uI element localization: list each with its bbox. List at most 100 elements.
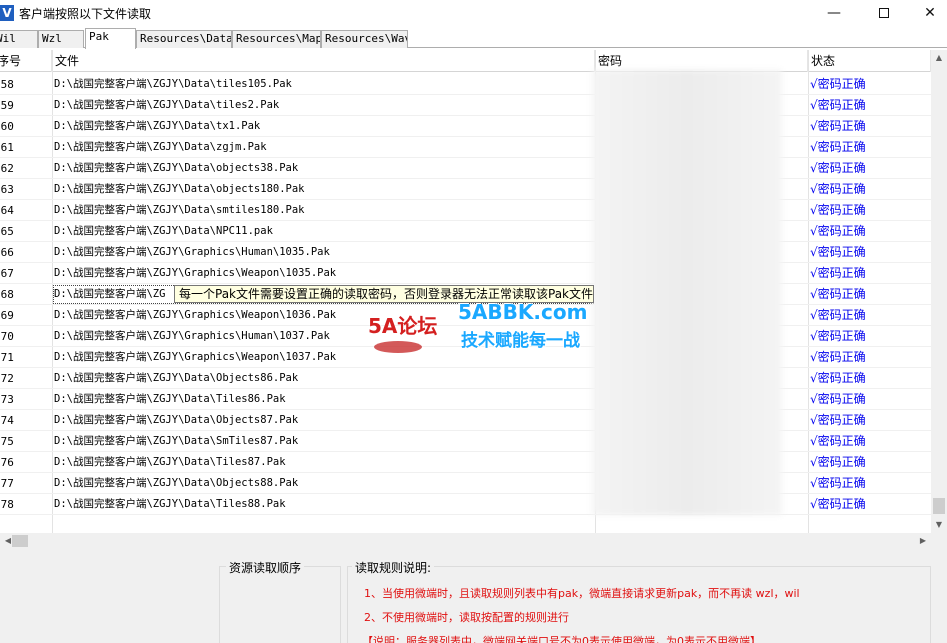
table-row[interactable]: 260 D:\战国完整客户端\ZGJY\Data\tx1.Pak √密码正确: [0, 116, 931, 137]
list-header: 序号 文件 密码 状态: [0, 50, 931, 72]
row-index: 261: [0, 141, 14, 154]
row-index: 268: [0, 288, 14, 301]
close-button[interactable]: ✕: [907, 0, 947, 26]
row-file-path: D:\战国完整客户端\ZGJY\Data\tiles105.Pak: [54, 78, 292, 90]
row-index: 275: [0, 435, 14, 448]
table-row[interactable]: 274 D:\战国完整客户端\ZGJY\Data\Objects87.Pak √密码…: [0, 410, 931, 431]
watermark-logo: 5A论坛: [368, 314, 437, 353]
table-row[interactable]: 275 D:\战国完整客户端\ZGJY\Data\SmTiles87.Pak √密码…: [0, 431, 931, 452]
table-row[interactable]: 265 D:\战国完整客户端\ZGJY\Data\NPC11.pak √密码正确: [0, 221, 931, 242]
row-file-path: D:\战国完整客户端\ZGJY\Data\Tiles87.Pak: [54, 456, 286, 468]
row-file-path: D:\战国完整客户端\ZGJY\Data\tx1.Pak: [54, 120, 261, 132]
minimize-icon: —: [827, 5, 841, 21]
horizontal-scrollbar[interactable]: ◀ ▶: [0, 533, 931, 549]
row-status: √密码正确: [810, 182, 866, 196]
maximize-icon: [879, 8, 889, 18]
row-index: 274: [0, 414, 14, 427]
scroll-up-icon[interactable]: ▲: [931, 50, 947, 66]
row-index: 260: [0, 120, 14, 133]
tab-wzl[interactable]: Wzl: [38, 30, 84, 48]
row-status: √密码正确: [810, 203, 866, 217]
table-row[interactable]: 278 D:\战国完整客户端\ZGJY\Data\Tiles88.Pak √密码正确: [0, 494, 931, 515]
window-title: 客户端按照以下文件读取: [19, 6, 152, 21]
row-file-path: D:\战国完整客户端\ZGJY\Data\objects38.Pak: [54, 162, 299, 174]
row-file-path: D:\战国完整客户端\ZGJY\Graphics\Human\1035.Pak: [54, 246, 330, 258]
scroll-down-icon[interactable]: ▼: [931, 517, 947, 533]
row-status: √密码正确: [810, 497, 866, 511]
row-index: 266: [0, 246, 14, 259]
table-row[interactable]: 263 D:\战国完整客户端\ZGJY\Data\objects180.Pak √密…: [0, 179, 931, 200]
row-index: 262: [0, 162, 14, 175]
table-row[interactable]: 272 D:\战国完整客户端\ZGJY\Data\Objects86.Pak √密码…: [0, 368, 931, 389]
tab-wil[interactable]: Wil: [0, 30, 38, 48]
rule-line: 【说明：服务器列表中，微端网关端口号不为0表示使用微端，为0表示不用微端】: [362, 635, 761, 643]
rules-group: 读取规则说明: 1、当使用微端时，且读取规则列表中有pak，微端直接请求更新pa…: [347, 559, 931, 643]
resource-order-title: 资源读取顺序: [226, 559, 305, 576]
scrollbar-thumb[interactable]: [12, 535, 28, 547]
row-status: √密码正确: [810, 224, 866, 238]
row-file-path: D:\战国完整客户端\ZGJY\Data\smtiles180.Pak: [54, 204, 305, 216]
maximize-button[interactable]: [861, 0, 907, 26]
row-status: √密码正确: [810, 329, 866, 343]
tab-pak[interactable]: Pak: [85, 28, 136, 49]
table-row[interactable]: 277 D:\战国完整客户端\ZGJY\Data\Objects88.Pak √密码…: [0, 473, 931, 494]
row-file-path: D:\战国完整客户端\ZGJY\Data\NPC11.pak: [54, 225, 273, 237]
row-status: √密码正确: [810, 119, 866, 133]
row-file-path: D:\战国完整客户端\ZGJY\Data\Tiles88.Pak: [54, 498, 286, 510]
row-status: √密码正确: [810, 308, 866, 322]
tab-resources-wav[interactable]: Resources\Wav: [321, 30, 408, 48]
table-row[interactable]: 261 D:\战国完整客户端\ZGJY\Data\zgjm.Pak √密码正确: [0, 137, 931, 158]
table-row[interactable]: 258 D:\战国完整客户端\ZGJY\Data\tiles105.Pak √密码正…: [0, 74, 931, 95]
row-file-path: D:\战国完整客户端\ZGJY\Data\SmTiles87.Pak: [54, 435, 299, 447]
row-file-path: D:\战国完整客户端\ZGJY\Graphics\Weapon\1035.Pak: [54, 267, 337, 279]
rule-line: 1、当使用微端时，且读取规则列表中有pak，微端直接请求更新pak，而不再读 w…: [364, 587, 800, 600]
resource-order-group: 资源读取顺序: [219, 559, 341, 643]
row-file-path: D:\战国完整客户端\ZGJY\Data\objects180.Pak: [54, 183, 305, 195]
row-status: √密码正确: [810, 350, 866, 364]
scrollbar-thumb[interactable]: [933, 498, 945, 514]
table-row[interactable]: 276 D:\战国完整客户端\ZGJY\Data\Tiles87.Pak √密码正确: [0, 452, 931, 473]
row-index: 263: [0, 183, 14, 196]
tab-resources-data[interactable]: Resources\Data: [136, 30, 232, 48]
table-row[interactable]: 262 D:\战国完整客户端\ZGJY\Data\objects38.Pak √密码…: [0, 158, 931, 179]
row-index: 276: [0, 456, 14, 469]
row-file-path: D:\战国完整客户端\ZGJY\Data\Objects87.Pak: [54, 414, 299, 426]
table-row[interactable]: 266 D:\战国完整客户端\ZGJY\Graphics\Human\1035.P…: [0, 242, 931, 263]
row-file-path: D:\战国完整客户端\ZGJY\Data\zgjm.Pak: [54, 141, 267, 153]
row-status: √密码正确: [810, 434, 866, 448]
watermark-slogan: 技术赋能每一战: [461, 331, 580, 351]
watermark-site: 5ABBK.com: [458, 300, 588, 324]
column-header-status[interactable]: 状态: [808, 50, 931, 72]
title-bar: V 客户端按照以下文件读取 — ✕: [0, 0, 947, 26]
minimize-button[interactable]: —: [811, 0, 857, 26]
column-header-password[interactable]: 密码: [595, 50, 808, 72]
row-status: √密码正确: [810, 287, 866, 301]
row-status: √密码正确: [810, 413, 866, 427]
row-status: √密码正确: [810, 245, 866, 259]
column-header-file[interactable]: 文件: [52, 50, 595, 72]
row-file-path: D:\战国完整客户端\ZGJY\Data\tiles2.Pak: [54, 99, 280, 111]
close-icon: ✕: [924, 5, 936, 21]
app-icon: V: [0, 5, 14, 21]
table-row[interactable]: 259 D:\战国完整客户端\ZGJY\Data\tiles2.Pak √密码正确: [0, 95, 931, 116]
row-index: 258: [0, 78, 14, 91]
row-status: √密码正确: [810, 98, 866, 112]
column-header-index[interactable]: 序号: [0, 50, 52, 72]
row-index: 271: [0, 351, 14, 364]
tab-resources-map[interactable]: Resources\Map: [232, 30, 321, 48]
rules-title: 读取规则说明:: [352, 559, 435, 576]
vertical-scrollbar[interactable]: ▲ ▼: [931, 50, 947, 533]
row-index: 272: [0, 372, 14, 385]
row-index: 264: [0, 204, 14, 217]
row-status: √密码正确: [810, 392, 866, 406]
table-row[interactable]: 264 D:\战国完整客户端\ZGJY\Data\smtiles180.Pak √密…: [0, 200, 931, 221]
table-row[interactable]: 267 D:\战国完整客户端\ZGJY\Graphics\Weapon\1035.…: [0, 263, 931, 284]
row-file-path: D:\战国完整客户端\ZGJY\Data\Objects88.Pak: [54, 477, 299, 489]
row-file-path: D:\战国完整客户端\ZGJY\Data\Tiles86.Pak: [54, 393, 286, 405]
row-index: 269: [0, 309, 14, 322]
row-index: 273: [0, 393, 14, 406]
scroll-right-icon[interactable]: ▶: [915, 533, 931, 549]
table-row[interactable]: 273 D:\战国完整客户端\ZGJY\Data\Tiles86.Pak √密码正确: [0, 389, 931, 410]
scroll-corner: [931, 533, 947, 549]
blurred-passwords: [592, 70, 782, 515]
